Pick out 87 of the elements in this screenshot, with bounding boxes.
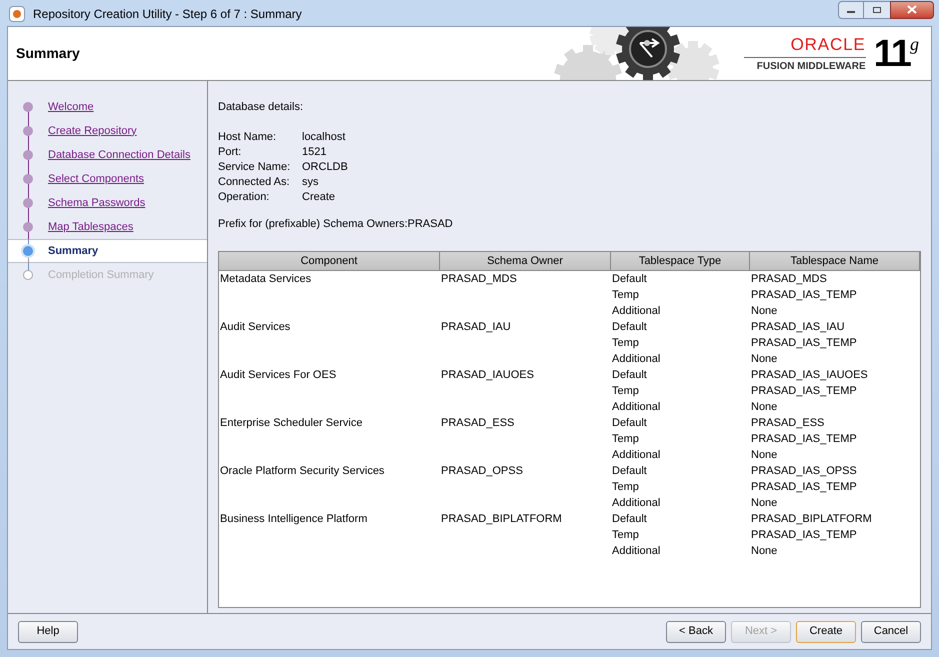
product-name: FUSION MIDDLEWARE [756, 62, 866, 72]
dialog-button[interactable]: Create [796, 620, 856, 642]
table-cell-text: Temp [612, 288, 639, 303]
table-cell-text: Audit Services [220, 320, 290, 335]
table-cell-text: PRASAD_IAS_OPSS [751, 464, 857, 479]
table-cell-text: Additional [612, 496, 660, 511]
table-cell-text: Business Intelligence Platform [220, 512, 368, 527]
brand-logo: ORACLE [790, 36, 866, 52]
table-cell-text: Additional [612, 544, 660, 559]
table-cell-text: PRASAD_IAS_IAU [751, 320, 845, 335]
table-cell-text: Temp [612, 528, 639, 543]
table-cell-text: PRASAD_IAS_TEMP [751, 480, 857, 495]
step-link[interactable]: Select Components [48, 170, 144, 188]
table-cell-text: None [751, 400, 778, 415]
field-label: Connected As: [218, 174, 291, 190]
table-cell-text: Default [612, 464, 647, 479]
table-cell-text: Default [612, 368, 647, 383]
step-link[interactable]: Map Tablespaces [48, 218, 134, 236]
window-title: Repository Creation Utility - Step 6 of 7 : Summary [33, 6, 302, 22]
field-value: 1521 [302, 144, 326, 160]
field-label: Operation: [218, 190, 270, 204]
table-cell-text: PRASAD_IAS_TEMP [751, 432, 857, 447]
page-title: Summary [16, 44, 80, 63]
column-header: Schema Owner [440, 252, 611, 271]
table-cell-text: PRASAD_IAS_TEMP [751, 528, 857, 543]
table-cell-text: Temp [612, 336, 639, 351]
table-cell-text: Enterprise Scheduler Service [220, 416, 362, 431]
field-label: Port: [218, 144, 242, 160]
table-cell-text: None [751, 304, 778, 319]
table-cell-text: None [751, 496, 778, 511]
table-cell-text: Additional [612, 400, 660, 415]
table-cell-text: PRASAD_OPSS [441, 464, 523, 479]
step-link[interactable]: Database Connection Details [48, 146, 190, 164]
table-cell-text: PRASAD_MDS [441, 272, 517, 287]
step-link[interactable]: Create Repository [48, 122, 137, 140]
dialog-button[interactable]: < Back [666, 620, 726, 642]
step-label: Summary [48, 244, 98, 259]
prefix-text: Prefix for (prefixable) Schema Owners:PRASAD [218, 216, 454, 232]
field-label: Host Name: [218, 130, 278, 144]
table-cell-text: Temp [612, 384, 639, 399]
minimize-button[interactable] [838, 0, 864, 18]
field-value: sys [302, 174, 318, 190]
step-label: Completion Summary [48, 268, 154, 283]
table-cell-text: PRASAD_IAU [441, 320, 511, 335]
table-cell-text: Temp [612, 480, 639, 495]
table-cell-text: PRASAD_BIPLATFORM [441, 512, 562, 527]
table-cell-text: PRASAD_MDS [751, 272, 827, 287]
column-header: Tablespace Name [750, 252, 920, 271]
table-cell-text: Default [612, 416, 647, 431]
section-heading: Database details: [218, 100, 304, 115]
table-cell-text: PRASAD_IAS_TEMP [751, 288, 857, 303]
dialog-button[interactable]: Help [18, 620, 78, 642]
field-label: Service Name: [218, 160, 292, 174]
table-cell-text: Default [612, 320, 647, 335]
close-icon [907, 5, 917, 14]
table-cell-text: PRASAD_BIPLATFORM [751, 512, 872, 527]
table-cell-text: Metadata Services [220, 272, 312, 287]
table-cell-text: PRASAD_ESS [441, 416, 514, 431]
step-link[interactable]: Schema Passwords [48, 194, 146, 212]
table-cell-text: None [751, 544, 778, 559]
field-value: Create [302, 190, 336, 204]
column-header: Tablespace Type [611, 252, 750, 271]
close-button[interactable] [890, 0, 934, 18]
table-cell-text: PRASAD_IAS_TEMP [751, 384, 857, 399]
table-cell-text: PRASAD_ESS [751, 416, 824, 431]
table-cell-text: Default [612, 272, 647, 287]
table-cell-text: Audit Services For OES [220, 368, 336, 383]
maximize-button[interactable] [864, 0, 890, 18]
field-value: ORCLDB [302, 160, 348, 174]
table-cell-text: PRASAD_IAS_IAUOES [751, 368, 868, 383]
column-header: Component [219, 252, 440, 271]
table-cell-text: Oracle Platform Security Services [220, 464, 384, 479]
table-cell-text: Additional [612, 352, 660, 367]
table-cell-text: Default [612, 512, 647, 527]
table-cell-text: PRASAD_IAS_TEMP [751, 336, 857, 351]
table-cell-text: None [751, 448, 778, 463]
app-icon [9, 6, 25, 22]
version-label: 11 [874, 34, 910, 74]
table-cell-text: Additional [612, 448, 660, 463]
version-suffix: g [910, 34, 919, 54]
field-value: localhost [302, 130, 346, 144]
step-link[interactable]: Welcome [48, 98, 94, 116]
table-cell-text: PRASAD_IAUOES [441, 368, 534, 383]
table-cell-text: Temp [612, 432, 639, 447]
table-cell-text: Additional [612, 304, 660, 319]
dialog-button[interactable]: Cancel [861, 620, 921, 642]
table-cell-text: None [751, 352, 778, 367]
